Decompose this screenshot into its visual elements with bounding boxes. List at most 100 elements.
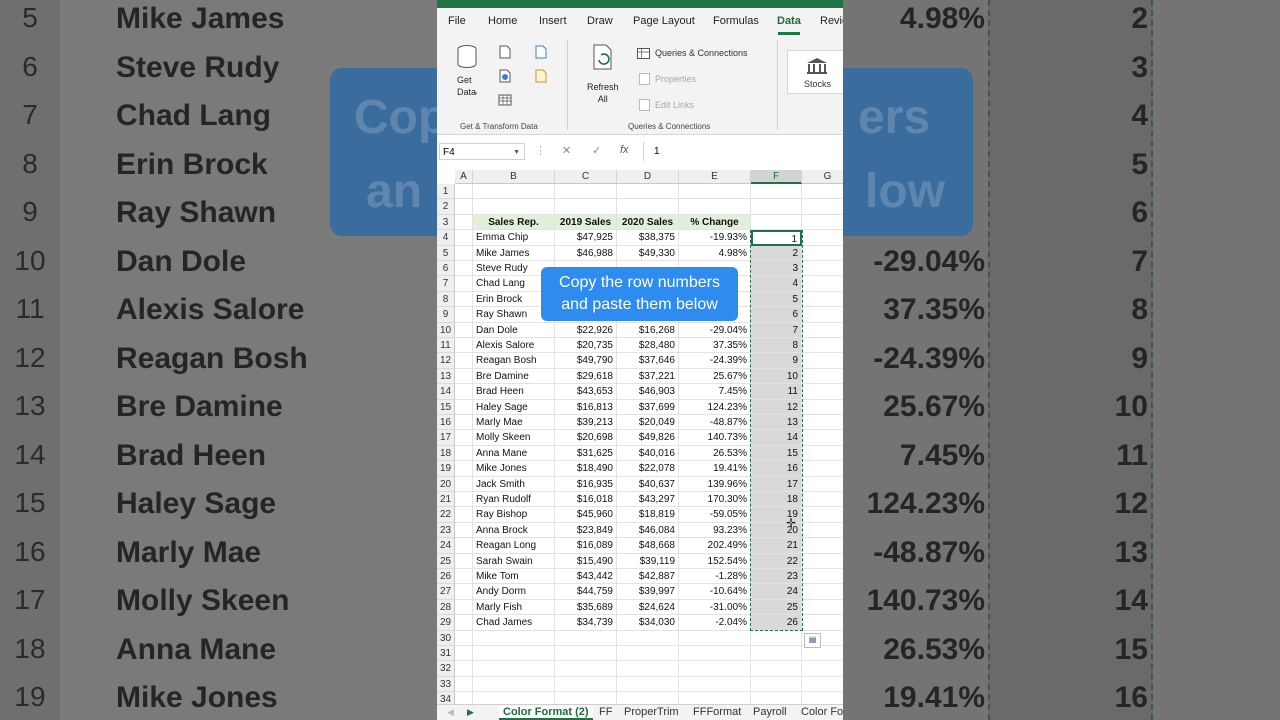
- cell[interactable]: $40,637: [617, 476, 679, 492]
- cell[interactable]: Brad Heen: [473, 384, 555, 400]
- cell[interactable]: [617, 676, 679, 693]
- cell[interactable]: [455, 615, 473, 631]
- cell[interactable]: $23,849: [555, 522, 617, 539]
- cell[interactable]: [455, 692, 473, 704]
- cell[interactable]: 202.49%: [679, 538, 751, 554]
- column-header[interactable]: F: [751, 170, 802, 184]
- cell[interactable]: [679, 199, 751, 215]
- sheet-tab-ffformat[interactable]: FFFormat: [693, 706, 741, 718]
- row-header[interactable]: 31: [437, 646, 455, 662]
- row-header[interactable]: 23: [437, 522, 455, 539]
- cell[interactable]: 19.41%: [679, 461, 751, 477]
- cell[interactable]: $46,903: [617, 384, 679, 400]
- cell[interactable]: [617, 184, 679, 200]
- cell[interactable]: 152.54%: [679, 553, 751, 569]
- cell[interactable]: [802, 276, 843, 292]
- cell[interactable]: Marly Mae: [473, 415, 555, 431]
- cell[interactable]: 139.96%: [679, 476, 751, 492]
- row-number-cell[interactable]: 7: [751, 322, 802, 338]
- cell[interactable]: $35,689: [555, 599, 617, 616]
- cell[interactable]: Reagan Bosh: [473, 353, 555, 369]
- cell[interactable]: [802, 430, 843, 446]
- tab-home[interactable]: Home: [488, 15, 517, 27]
- row-number-cell[interactable]: 26: [751, 615, 802, 631]
- cell[interactable]: -19.93%: [679, 230, 751, 246]
- row-number-cell[interactable]: 16: [751, 461, 802, 477]
- cell[interactable]: [455, 338, 473, 354]
- cell[interactable]: [679, 630, 751, 646]
- cell[interactable]: $20,698: [555, 430, 617, 446]
- cell[interactable]: [679, 692, 751, 704]
- cell[interactable]: $16,268: [617, 322, 679, 338]
- cell[interactable]: [473, 646, 555, 662]
- cell[interactable]: -10.64%: [679, 584, 751, 600]
- sheet-tab-payroll[interactable]: Payroll: [753, 706, 787, 718]
- column-header[interactable]: E: [679, 170, 751, 184]
- row-header[interactable]: 21: [437, 492, 455, 508]
- cell[interactable]: Anna Brock: [473, 522, 555, 539]
- paste-options-icon[interactable]: ▤: [804, 633, 821, 648]
- cell[interactable]: [679, 661, 751, 677]
- cell[interactable]: $18,819: [617, 507, 679, 523]
- cell[interactable]: [455, 538, 473, 554]
- row-number-cell[interactable]: 23: [751, 569, 802, 585]
- cell[interactable]: $39,119: [617, 553, 679, 569]
- cell[interactable]: [555, 199, 617, 215]
- row-number-cell[interactable]: 25: [751, 599, 802, 616]
- row-header[interactable]: 15: [437, 399, 455, 415]
- cell[interactable]: 7.45%: [679, 384, 751, 400]
- cell[interactable]: [751, 646, 802, 662]
- cell[interactable]: $34,030: [617, 615, 679, 631]
- row-number-cell[interactable]: 12: [751, 399, 802, 415]
- cell[interactable]: [802, 184, 843, 200]
- cell[interactable]: $37,221: [617, 368, 679, 385]
- cell[interactable]: [802, 323, 843, 338]
- cell[interactable]: $18,490: [555, 461, 617, 477]
- cell[interactable]: $40,016: [617, 445, 679, 462]
- cell[interactable]: $38,375: [617, 230, 679, 246]
- cell[interactable]: [455, 291, 473, 308]
- cell[interactable]: [455, 445, 473, 462]
- cell[interactable]: [802, 615, 843, 631]
- cell[interactable]: Ray Bishop: [473, 507, 555, 523]
- cell[interactable]: [455, 430, 473, 446]
- cell[interactable]: 140.73%: [679, 430, 751, 446]
- cell[interactable]: [802, 415, 843, 431]
- cell[interactable]: [473, 692, 555, 704]
- cell[interactable]: 37.35%: [679, 338, 751, 354]
- tab-file[interactable]: File: [448, 15, 466, 27]
- cell[interactable]: [802, 692, 843, 704]
- cell[interactable]: [802, 554, 843, 569]
- cell[interactable]: Emma Chip: [473, 230, 555, 246]
- cell[interactable]: [455, 199, 473, 215]
- cell[interactable]: $45,960: [555, 507, 617, 523]
- cell[interactable]: [555, 676, 617, 693]
- cell[interactable]: $20,049: [617, 415, 679, 431]
- cell[interactable]: $34,739: [555, 615, 617, 631]
- row-header[interactable]: 24: [437, 538, 455, 554]
- cell[interactable]: $22,078: [617, 461, 679, 477]
- cell[interactable]: 26.53%: [679, 445, 751, 462]
- row-header[interactable]: 11: [437, 338, 455, 354]
- cell[interactable]: $49,330: [617, 245, 679, 261]
- cell[interactable]: $16,018: [555, 492, 617, 508]
- cell[interactable]: [802, 384, 843, 400]
- cell[interactable]: $46,988: [555, 245, 617, 261]
- row-header[interactable]: 27: [437, 584, 455, 600]
- cell[interactable]: [802, 477, 843, 492]
- column-header[interactable]: D: [617, 170, 679, 184]
- from-table-icon[interactable]: [498, 94, 512, 106]
- cell[interactable]: [455, 646, 473, 662]
- cell[interactable]: $43,297: [617, 492, 679, 508]
- cell[interactable]: $49,826: [617, 430, 679, 446]
- recent-sources-icon[interactable]: [535, 45, 547, 59]
- row-header[interactable]: 18: [437, 445, 455, 462]
- cell[interactable]: [802, 246, 843, 261]
- row-header[interactable]: 6: [437, 261, 455, 277]
- cell[interactable]: Ryan Rudolf: [473, 492, 555, 508]
- sheet-tab-propertrim[interactable]: ProperTrim: [624, 706, 679, 718]
- name-box[interactable]: F4 ▼: [439, 143, 525, 160]
- cell[interactable]: [455, 261, 473, 277]
- row-number-cell[interactable]: 5: [751, 291, 802, 308]
- row-header[interactable]: 25: [437, 553, 455, 569]
